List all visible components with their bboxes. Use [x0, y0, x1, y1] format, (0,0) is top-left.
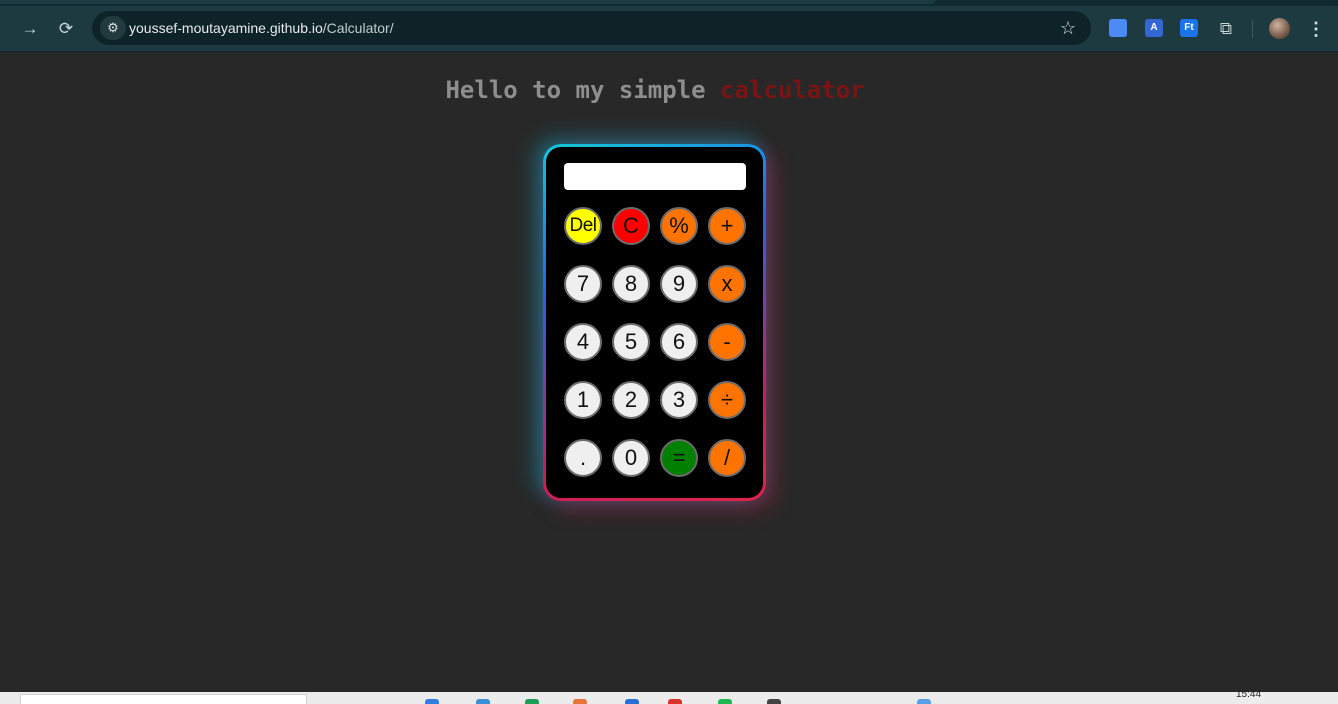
url-path: /Calculator/: [322, 20, 394, 36]
os-taskbar: 15:44: [0, 689, 1338, 704]
delete-button[interactable]: Del: [564, 207, 602, 245]
browser-toolbar: → ⟳ ⚙ youssef-moutayamine.github.io/Calc…: [0, 6, 1338, 52]
forward-icon[interactable]: →: [17, 16, 43, 42]
digit-3-button[interactable]: 3: [660, 381, 698, 419]
reload-icon[interactable]: ⟳: [53, 16, 79, 42]
url-text[interactable]: youssef-moutayamine.github.io/Calculator…: [129, 20, 394, 36]
taskbar-app-icon[interactable]: [476, 699, 490, 704]
minus-button[interactable]: -: [708, 323, 746, 361]
calculator-display[interactable]: [564, 163, 746, 190]
clear-button[interactable]: C: [612, 207, 650, 245]
taskbar-app-icon[interactable]: [917, 699, 931, 704]
url-host: youssef-moutayamine.github.io: [129, 20, 323, 36]
digit-9-button[interactable]: 9: [660, 265, 698, 303]
page-title: Hello to my simple calculator: [0, 76, 1310, 104]
taskbar-app-icon[interactable]: [767, 699, 781, 704]
taskbar-search[interactable]: [20, 694, 307, 704]
multiply-button[interactable]: x: [708, 265, 746, 303]
taskbar-app-icon[interactable]: [668, 699, 682, 704]
extensions-puzzle-icon[interactable]: ⧉: [1213, 16, 1239, 42]
digit-0-button[interactable]: 0: [612, 439, 650, 477]
equals-button[interactable]: =: [660, 439, 698, 477]
percent-button[interactable]: %: [660, 207, 698, 245]
divide-button[interactable]: ÷: [708, 381, 746, 419]
address-bar[interactable]: ⚙ youssef-moutayamine.github.io/Calculat…: [92, 11, 1091, 45]
bookmark-star-icon[interactable]: ☆: [1057, 17, 1079, 39]
digit-4-button[interactable]: 4: [564, 323, 602, 361]
taskbar-app-icon[interactable]: [425, 699, 439, 704]
digit-5-button[interactable]: 5: [612, 323, 650, 361]
digit-2-button[interactable]: 2: [612, 381, 650, 419]
font-extension-icon[interactable]: Ft: [1180, 19, 1198, 37]
calculator: Del C% +7 8 9 x 4 5 6- 1 2 3 ÷. 0 = /: [543, 144, 766, 501]
translate-extension-icon[interactable]: A: [1145, 19, 1163, 37]
digit-7-button[interactable]: 7: [564, 265, 602, 303]
taskbar-app-icon[interactable]: [625, 699, 639, 704]
profile-avatar[interactable]: [1269, 18, 1290, 39]
taskbar-clock: 15:44: [1236, 689, 1262, 700]
calculator-body: Del C% +7 8 9 x 4 5 6- 1 2 3 ÷. 0 = /: [546, 147, 763, 498]
browser-menu-icon[interactable]: ⋮: [1305, 16, 1327, 42]
taskbar-app-icon[interactable]: [718, 699, 732, 704]
taskbar-app-icon[interactable]: [573, 699, 587, 704]
toolbar-divider: [1252, 20, 1253, 38]
plus-button[interactable]: +: [708, 207, 746, 245]
slash-divide-button[interactable]: /: [708, 439, 746, 477]
decimal-button[interactable]: .: [564, 439, 602, 477]
digit-1-button[interactable]: 1: [564, 381, 602, 419]
site-info-icon[interactable]: ⚙: [100, 16, 126, 40]
title-prefix: Hello to my simple: [445, 76, 706, 104]
taskbar-app-icon[interactable]: [525, 699, 539, 704]
title-accent: calculator: [720, 76, 865, 104]
digit-8-button[interactable]: 8: [612, 265, 650, 303]
digit-6-button[interactable]: 6: [660, 323, 698, 361]
docs-extension-icon[interactable]: [1109, 19, 1127, 37]
active-tab[interactable]: [0, 0, 935, 4]
